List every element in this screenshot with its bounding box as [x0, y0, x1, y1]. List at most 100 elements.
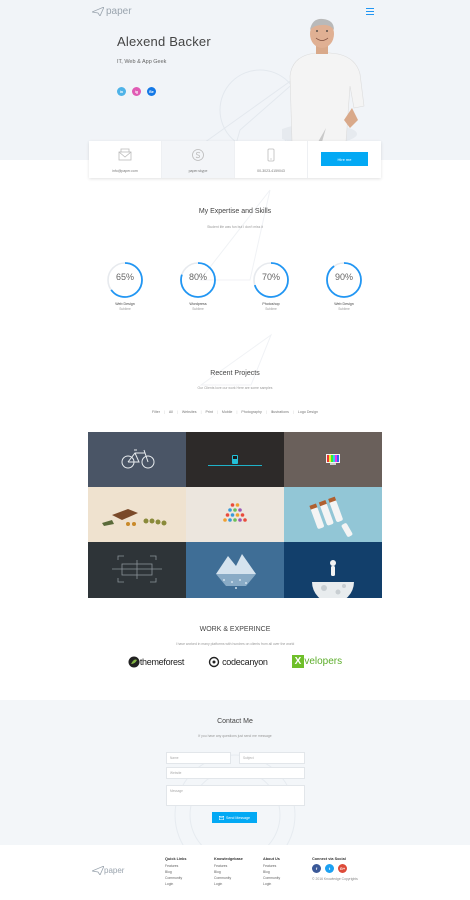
filter-mobile[interactable]: Mobile [220, 410, 235, 414]
codecanyon-logo[interactable]: codecanyon [208, 656, 268, 668]
lamp-icon [208, 455, 262, 466]
footer-social-icons: f t G+ [312, 864, 358, 873]
phone-icon [267, 148, 275, 162]
website-input[interactable]: Website [166, 767, 305, 779]
profile-role: IT, Web & App Geek [117, 59, 167, 65]
leaf-icon [128, 656, 140, 667]
filter-print[interactable]: Print [204, 410, 215, 414]
footer-col-title: Quick Links [165, 857, 187, 861]
skill-sub: Sublime [265, 307, 277, 311]
dot-pattern-icon [223, 503, 247, 522]
send-message-button[interactable]: Send Message [212, 812, 257, 823]
filter-logo-design[interactable]: Logo Design [296, 410, 320, 414]
linkedin-icon[interactable]: in [117, 87, 126, 96]
project-tile-lamp[interactable] [186, 432, 284, 487]
project-tile-frame[interactable] [88, 542, 186, 598]
logo-text: paper [106, 6, 132, 17]
projects-title: Recent Projects [210, 370, 260, 377]
email-text[interactable]: info@paper.com [112, 169, 138, 173]
project-tile-dots[interactable] [186, 487, 284, 542]
skill-percent: 65% [115, 272, 134, 282]
phone-text[interactable]: 00-3023-4159043 [257, 169, 285, 173]
bottles-icon [309, 496, 353, 537]
filter-label: Filter [151, 410, 160, 414]
project-tile-moon[interactable] [284, 542, 382, 598]
copyright-text: © 2016 Knowledge Copyrights [312, 877, 358, 881]
skill-item: 70% Photoshop Sublime [251, 260, 291, 311]
xvelopers-logo[interactable]: X velopers [291, 655, 343, 668]
subject-input[interactable]: Subject [239, 752, 305, 764]
mountain-icon [216, 554, 256, 589]
send-label: Send Message [226, 815, 250, 820]
skype-icon [192, 149, 204, 161]
skill-item: 90% Web Design Sublime [324, 260, 364, 311]
xvelopers-text: velopers [304, 656, 343, 667]
instagram-icon[interactable]: ig [132, 87, 141, 96]
pattern-dot [230, 503, 235, 507]
footer-logo-text: paper [104, 866, 125, 875]
hire-me-button[interactable]: Hire me [321, 152, 368, 166]
skype-text[interactable]: paper.skype [189, 169, 208, 173]
footer-link[interactable]: Login [214, 881, 243, 887]
project-tile-ducks[interactable] [88, 487, 186, 542]
pattern-dot [223, 518, 227, 522]
codecanyon-text: codecanyon [222, 656, 268, 667]
pattern-dot [225, 513, 230, 517]
skill-percent: 80% [188, 272, 207, 282]
footer-link[interactable]: Login [165, 881, 187, 887]
skill-sub: Sublime [192, 307, 204, 311]
envelope-icon [219, 815, 224, 820]
filter-illustrations[interactable]: Illustrations [269, 410, 291, 414]
xvelopers-mark: X [291, 655, 305, 668]
themeforest-logo[interactable]: themeforest [128, 656, 184, 668]
filter-websites[interactable]: Websites [180, 410, 199, 414]
codecanyon-icon [208, 656, 220, 667]
site-logo[interactable]: paper [92, 6, 132, 17]
client-logos: themeforest codecanyon X velopers [0, 655, 470, 668]
watermark-decoration [199, 333, 273, 386]
footer-col-knowledgebase: Knowledgebase Features Blog Community Lo… [214, 856, 243, 887]
filter-photography[interactable]: Photography [239, 410, 263, 414]
project-grid [88, 432, 382, 598]
pattern-dot [243, 518, 247, 522]
skill-name: Photoshop [262, 302, 280, 306]
twitter-icon[interactable]: t [325, 864, 334, 873]
skill-sub: Sublime [119, 307, 131, 311]
moon-icon [312, 560, 354, 598]
footer-col-title: Connect via Social [312, 857, 346, 861]
project-tile-bottles[interactable] [284, 487, 382, 542]
pattern-dot [233, 518, 237, 522]
footer-logo[interactable]: paper [92, 866, 124, 875]
filter-all[interactable]: All [167, 410, 175, 414]
name-input[interactable]: Name [166, 752, 231, 764]
skill-name: Web Design [334, 302, 354, 306]
project-tile-tv[interactable] [284, 432, 382, 487]
pattern-dot [230, 513, 235, 517]
tv-icon [326, 454, 340, 465]
phone-cell: 00-3023-4159043 [235, 141, 308, 178]
google-plus-icon[interactable]: G+ [338, 864, 347, 873]
pattern-dot [235, 503, 240, 507]
footer-col-about-us: About Us Features Blog Community Login [263, 856, 280, 887]
envelope-icon [118, 148, 132, 161]
viewfinder-icon [112, 555, 162, 583]
pattern-dot [228, 518, 232, 522]
footer-link[interactable]: Login [263, 881, 280, 887]
project-tile-bicycle[interactable] [88, 432, 186, 487]
work-title: WORK & EXPERINCE [199, 626, 271, 633]
social-links: in ig Be [117, 87, 156, 96]
pattern-dot [238, 518, 242, 522]
footer-col-title: Knowledgebase [214, 857, 243, 861]
themeforest-text: themeforest [139, 656, 185, 667]
profile-photo [282, 18, 365, 142]
skype-cell: paper.skype [162, 141, 235, 178]
pattern-dot [235, 513, 240, 517]
skills-title: My Expertise and Skills [198, 208, 272, 215]
project-tile-mountains[interactable] [186, 542, 284, 598]
bicycle-icon [121, 449, 155, 469]
message-textarea[interactable]: Message [166, 785, 305, 806]
skill-name: Wordpress [189, 302, 207, 306]
facebook-icon[interactable]: f [312, 864, 321, 873]
behance-icon[interactable]: Be [147, 87, 156, 96]
footer-col-social: Connect via Social f t G+ © 2016 Knowled… [312, 856, 358, 882]
